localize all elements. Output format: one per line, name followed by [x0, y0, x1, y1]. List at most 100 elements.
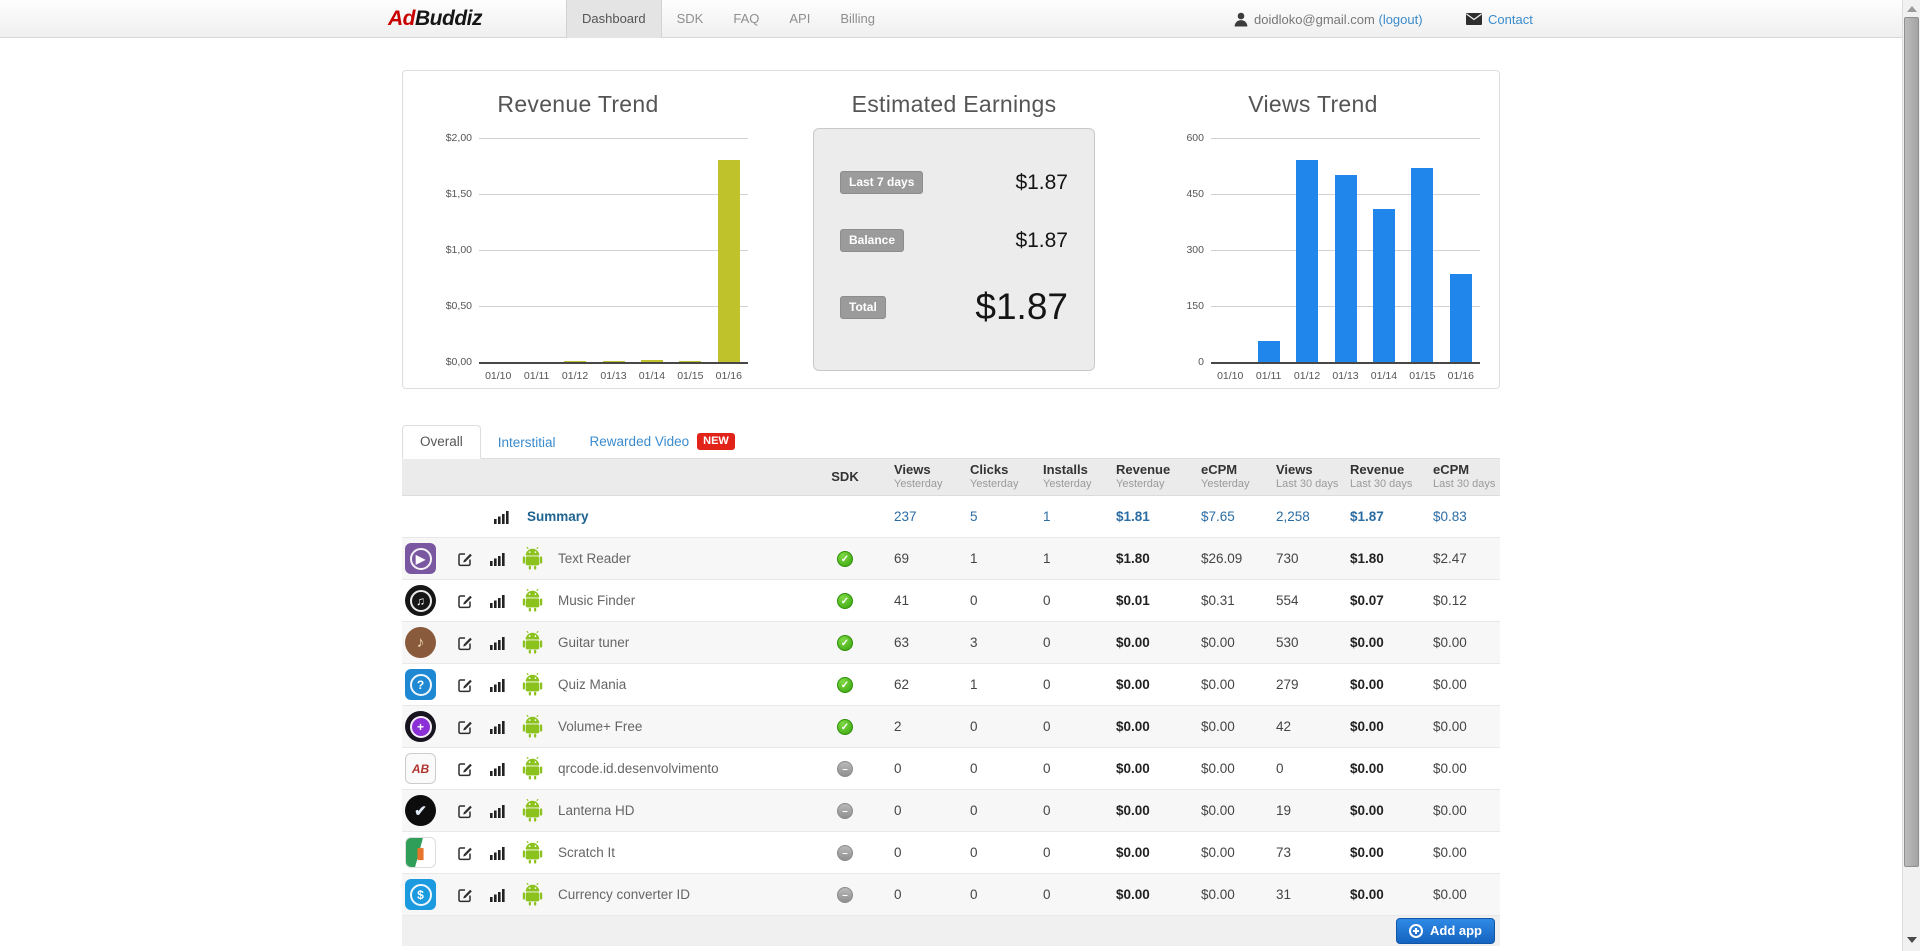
revenue-trend-title: Revenue Trend — [497, 91, 659, 117]
sdk-integrated-icon: ✓ — [837, 634, 853, 651]
value-cell: 62 — [894, 677, 910, 692]
value-cell: $0.83 — [1433, 509, 1467, 524]
stats-icon[interactable] — [490, 720, 505, 734]
edit-icon[interactable] — [457, 803, 473, 819]
value-cell: $0.00 — [1433, 887, 1467, 902]
earnings-value: $1.87 — [975, 286, 1068, 328]
value-cell: 5 — [970, 509, 978, 524]
sdk-not-integrated-icon: – — [837, 760, 853, 777]
value-cell: 0 — [1043, 593, 1051, 608]
main-nav: Dashboard SDK FAQ API Billing — [566, 0, 890, 38]
edit-icon[interactable] — [457, 551, 473, 567]
chart-bar — [1411, 167, 1434, 362]
adbuddiz-logo[interactable]: AdBuddiz — [388, 7, 482, 31]
earnings-row: Last 7 days $1.87 — [840, 171, 1068, 195]
add-app-button[interactable]: Add app — [1396, 918, 1495, 944]
sdk-integrated-icon: ✓ — [837, 550, 853, 567]
column-header-views: Views Last 30 days — [1276, 462, 1339, 491]
value-cell: $0.00 — [1201, 845, 1235, 860]
value-cell: $1.80 — [1116, 551, 1150, 566]
value-cell: 0 — [1043, 803, 1051, 818]
nav-item-sdk[interactable]: SDK — [662, 0, 719, 38]
earnings-label-badge: Last 7 days — [840, 171, 924, 195]
value-cell: 63 — [894, 635, 910, 650]
stats-icon[interactable] — [490, 678, 505, 692]
tab-rewarded-video[interactable]: Rewarded Video NEW — [573, 425, 752, 459]
stats-icon[interactable] — [494, 510, 509, 524]
edit-icon[interactable] — [457, 887, 473, 903]
app-icon: ✔ — [405, 795, 436, 826]
app-name: qrcode.id.desenvolvimento — [558, 761, 719, 776]
nav-item-billing[interactable]: Billing — [825, 0, 890, 38]
app-name-cell: AB qrcode.id.desenvolvimento — [402, 748, 805, 789]
chart-bar — [1334, 175, 1357, 362]
scroll-up-icon[interactable] — [1907, 6, 1917, 12]
edit-icon[interactable] — [457, 593, 473, 609]
value-cell: 0 — [1043, 887, 1051, 902]
value-cell: 279 — [1276, 677, 1299, 692]
x-tick-label: 01/13 — [1332, 370, 1359, 382]
scrollbar-track[interactable] — [1902, 0, 1920, 951]
stats-table-footer: Add app — [402, 916, 1500, 946]
app-icon: ▶ — [405, 543, 436, 574]
logout-link[interactable]: (logout) — [1378, 12, 1422, 27]
scrollbar-thumb[interactable] — [1904, 17, 1919, 867]
summary-link[interactable]: Summary — [527, 509, 589, 524]
nav-item-faq[interactable]: FAQ — [718, 0, 774, 38]
edit-icon[interactable] — [457, 719, 473, 735]
chart-bar — [1372, 208, 1395, 362]
value-cell: $0.00 — [1116, 803, 1150, 818]
app-name: Currency converter ID — [558, 887, 691, 902]
revenue-y-axis: $2,00 $1,50 $1,00 $0,50 $0,00 — [431, 132, 479, 368]
stats-icon[interactable] — [490, 804, 505, 818]
value-cell: $0.00 — [1350, 845, 1384, 860]
summary-row: Summary 237 5 1 $1.81 $7.65 2,258 $1.87 $0.83 — [402, 496, 1500, 538]
android-icon — [522, 757, 543, 780]
stats-icon[interactable] — [490, 846, 505, 860]
column-header-revenue: Revenue Yesterday — [1116, 462, 1171, 491]
sdk-integrated-icon: ✓ — [837, 718, 853, 735]
app-icon: + — [405, 711, 436, 742]
stats-icon[interactable] — [490, 762, 505, 776]
chart-bar — [1296, 160, 1319, 362]
contact-link[interactable]: Contact — [1488, 12, 1533, 27]
edit-icon[interactable] — [457, 845, 473, 861]
tab-interstitial[interactable]: Interstitial — [481, 427, 573, 459]
column-header-views: Views Yesterday — [894, 462, 943, 491]
add-icon — [1409, 923, 1423, 938]
edit-icon[interactable] — [457, 761, 473, 777]
nav-item-dashboard[interactable]: Dashboard — [566, 0, 662, 38]
column-header-sdk: SDK — [831, 468, 859, 484]
value-cell: 0 — [1043, 761, 1051, 776]
android-icon — [522, 715, 543, 738]
x-tick-label: 01/11 — [1255, 370, 1282, 382]
sdk-not-integrated-icon: – — [837, 886, 853, 903]
table-row: ✔ Lanterna HD – 0 0 0 $0.00 $0.00 19 $0.00 $0.00 — [402, 790, 1500, 832]
stats-icon[interactable] — [490, 636, 505, 650]
stats-icon[interactable] — [490, 594, 505, 608]
app-name: Scratch It — [558, 845, 616, 860]
app-name: Music Finder — [558, 593, 636, 608]
chart-bar — [602, 360, 625, 362]
new-badge: NEW — [697, 433, 735, 450]
stats-icon[interactable] — [490, 888, 505, 902]
stats-icon[interactable] — [490, 552, 505, 566]
tab-label: Interstitial — [497, 435, 556, 450]
earnings-value: $1.87 — [1015, 228, 1068, 252]
x-axis-line — [479, 362, 748, 364]
tab-overall[interactable]: Overall — [402, 425, 481, 459]
value-cell: 2,258 — [1276, 509, 1310, 524]
app-icon-glyph: ▮ — [416, 844, 425, 862]
nav-item-api[interactable]: API — [774, 0, 825, 38]
app-icon-glyph: $ — [417, 887, 424, 902]
edit-icon[interactable] — [457, 677, 473, 693]
x-tick-label: 01/16 — [1447, 370, 1474, 382]
android-icon — [522, 673, 543, 696]
value-cell: 31 — [1276, 887, 1292, 902]
scroll-down-icon[interactable] — [1907, 937, 1917, 943]
value-cell: $0.01 — [1116, 593, 1150, 608]
tab-label: Overall — [420, 434, 463, 449]
edit-icon[interactable] — [457, 635, 473, 651]
table-row: ? Quiz Mania ✓ 62 1 0 $0.00 $0.00 279 $0.00 $0.00 — [402, 664, 1500, 706]
sdk-cell: – — [805, 844, 885, 861]
